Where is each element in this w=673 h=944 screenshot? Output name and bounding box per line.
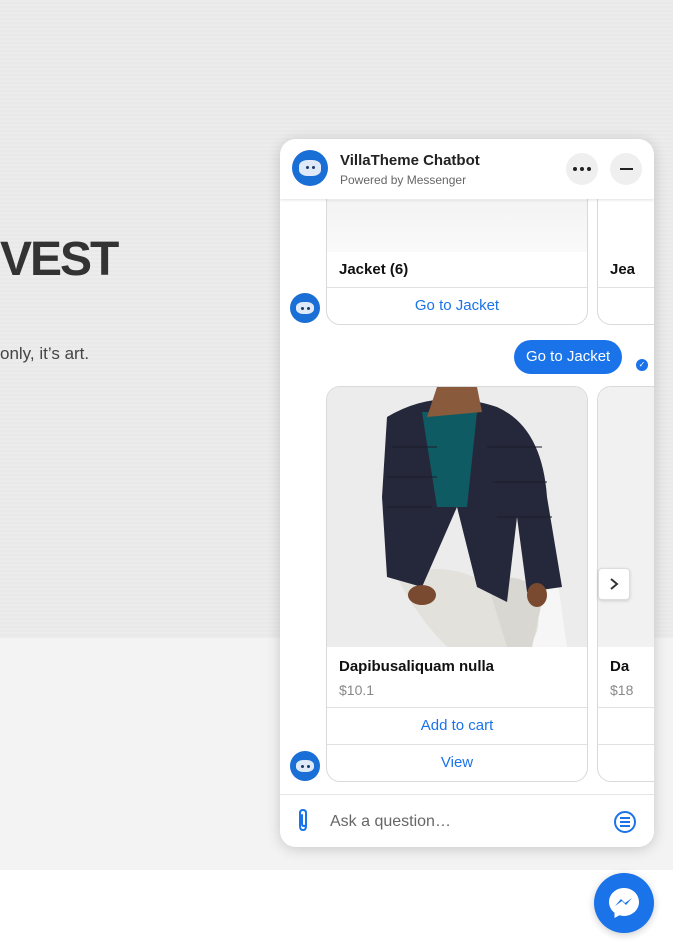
card-button[interactable]	[598, 287, 654, 324]
quick-replies-button[interactable]	[614, 811, 636, 833]
category-card: Jea	[597, 179, 654, 325]
more-dots-icon	[573, 167, 591, 171]
card-title: Jea	[610, 261, 636, 278]
chat-title: VillaTheme Chatbot	[340, 152, 480, 169]
messenger-launcher-button[interactable]	[594, 873, 654, 933]
more-options-button[interactable]	[566, 153, 598, 185]
product-image[interactable]	[598, 387, 654, 647]
minimize-icon	[619, 168, 633, 170]
card-button[interactable]	[598, 744, 654, 781]
go-to-jacket-button[interactable]: Go to Jacket	[327, 287, 587, 324]
user-message: Go to Jacket	[514, 340, 623, 374]
hero-title: VEST	[0, 233, 119, 286]
sent-check-icon: ✓	[636, 359, 648, 371]
minimize-button[interactable]	[610, 153, 642, 185]
card-image	[327, 200, 587, 252]
card-title: Jacket (6)	[339, 261, 409, 278]
product-price: $10.1	[339, 682, 375, 698]
messenger-icon	[609, 888, 639, 918]
chat-window: Jacket (6) Go to Jacket Jea Go to Jacket…	[280, 139, 654, 847]
chat-composer	[280, 794, 654, 847]
category-card: Jacket (6) Go to Jacket	[326, 179, 588, 325]
chevron-right-icon	[610, 578, 619, 590]
chat-messages[interactable]: Jacket (6) Go to Jacket Jea Go to Jacket…	[280, 139, 654, 794]
product-title: Dapibusaliquam nulla	[339, 658, 495, 675]
product-price: $18	[610, 682, 634, 698]
hero-subtitle: only, it’s art.	[0, 344, 90, 363]
attachment-icon[interactable]	[294, 809, 312, 833]
card-button[interactable]	[598, 707, 654, 744]
bot-avatar	[292, 150, 328, 186]
chat-subtitle: Powered by Messenger	[340, 173, 467, 187]
product-title: Da	[610, 658, 630, 675]
add-to-cart-button[interactable]: Add to cart	[327, 707, 587, 744]
page-bottom	[0, 870, 673, 944]
chat-header: VillaTheme Chatbot Powered by Messenger	[280, 139, 654, 199]
bot-avatar	[290, 293, 320, 323]
product-card: Dapibusaliquam nulla $10.1 Add to cart V…	[326, 386, 588, 782]
carousel-next-button[interactable]	[598, 568, 630, 600]
view-button[interactable]: View	[327, 744, 587, 781]
list-icon	[620, 817, 630, 827]
product-image[interactable]	[327, 387, 587, 647]
bot-avatar	[290, 751, 320, 781]
chat-input[interactable]	[328, 810, 592, 834]
